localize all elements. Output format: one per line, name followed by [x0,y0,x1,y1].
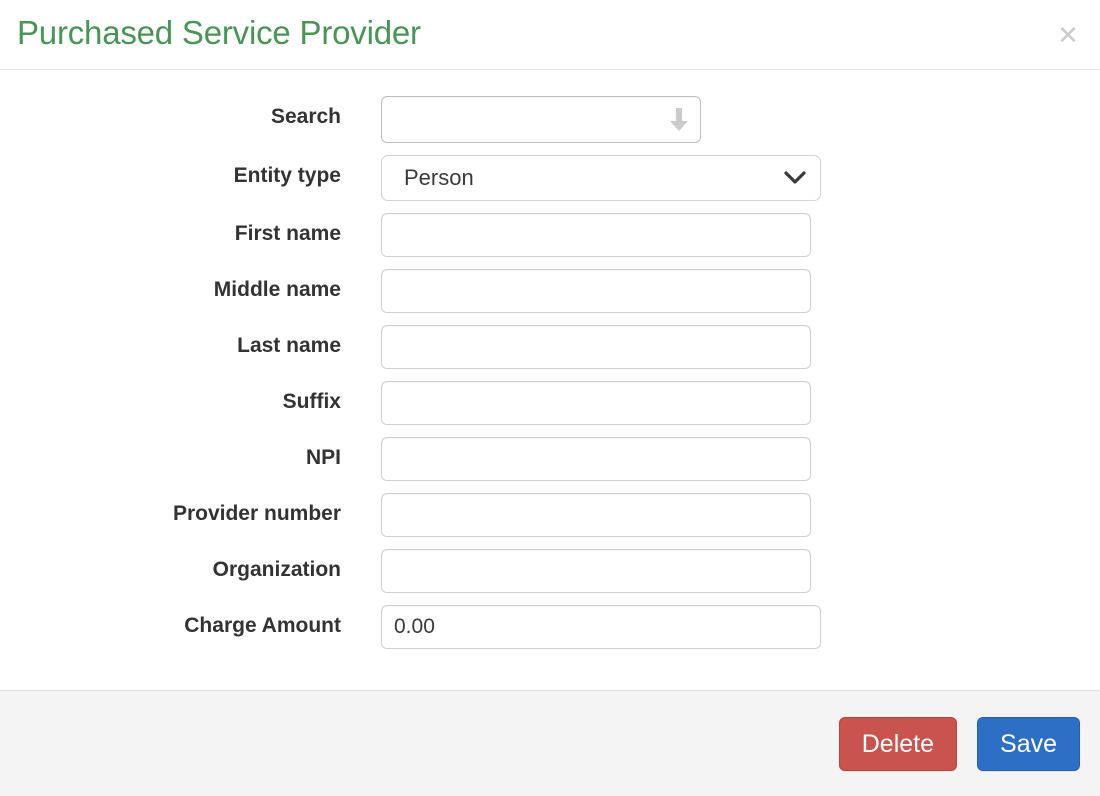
form-row-last-name: Last name [0,325,1100,369]
entity-type-select[interactable]: Person [381,155,821,201]
field-wrap-suffix [341,381,811,425]
delete-button[interactable]: Delete [838,716,958,771]
field-wrap-entity-type: Person [341,155,821,201]
purchased-service-provider-dialog: Purchased Service Provider ✕ Search Enti… [0,0,1100,796]
form-row-provider-number: Provider number [0,493,1100,537]
label-npi: NPI [305,446,341,469]
dialog-header: Purchased Service Provider ✕ [0,0,1100,70]
form-row-organization: Organization [0,549,1100,593]
last-name-input[interactable] [381,325,811,369]
form-row-first-name: First name [0,213,1100,257]
entity-type-value[interactable]: Person [381,155,821,201]
form-row-search: Search [0,96,1100,143]
label-organization: Organization [212,558,341,581]
close-icon[interactable]: ✕ [1054,22,1082,50]
field-wrap-middle-name [341,269,811,313]
search-combobox[interactable] [381,96,701,143]
label-suffix: Suffix [282,390,341,413]
label-entity-type: Entity type [233,164,341,187]
provider-number-input[interactable] [381,493,811,537]
field-wrap-organization [341,549,811,593]
dialog-body: Search Entity type Person First name Mid… [0,70,1100,690]
charge-amount-input[interactable] [381,605,821,649]
form-row-npi: NPI [0,437,1100,481]
field-wrap-first-name [341,213,811,257]
label-middle-name: Middle name [213,278,341,301]
organization-input[interactable] [381,549,811,593]
form-row-entity-type: Entity type Person [0,155,1100,201]
label-last-name: Last name [237,334,341,357]
search-input[interactable] [381,96,701,143]
form-row-suffix: Suffix [0,381,1100,425]
npi-input[interactable] [381,437,811,481]
form-row-middle-name: Middle name [0,269,1100,313]
page-title: Purchased Service Provider [17,14,421,51]
label-charge-amount: Charge Amount [184,614,341,637]
field-wrap-npi [341,437,811,481]
middle-name-input[interactable] [381,269,811,313]
field-wrap-last-name [341,325,811,369]
save-button[interactable]: Save [977,716,1080,771]
field-wrap-search [341,96,701,143]
suffix-input[interactable] [381,381,811,425]
label-provider-number: Provider number [172,502,341,525]
dialog-footer: Delete Save [0,690,1100,796]
first-name-input[interactable] [381,213,811,257]
label-search: Search [270,105,341,128]
form-row-charge-amount: Charge Amount [0,605,1100,649]
label-first-name: First name [234,222,341,245]
field-wrap-charge-amount [341,605,821,649]
field-wrap-provider-number [341,493,811,537]
